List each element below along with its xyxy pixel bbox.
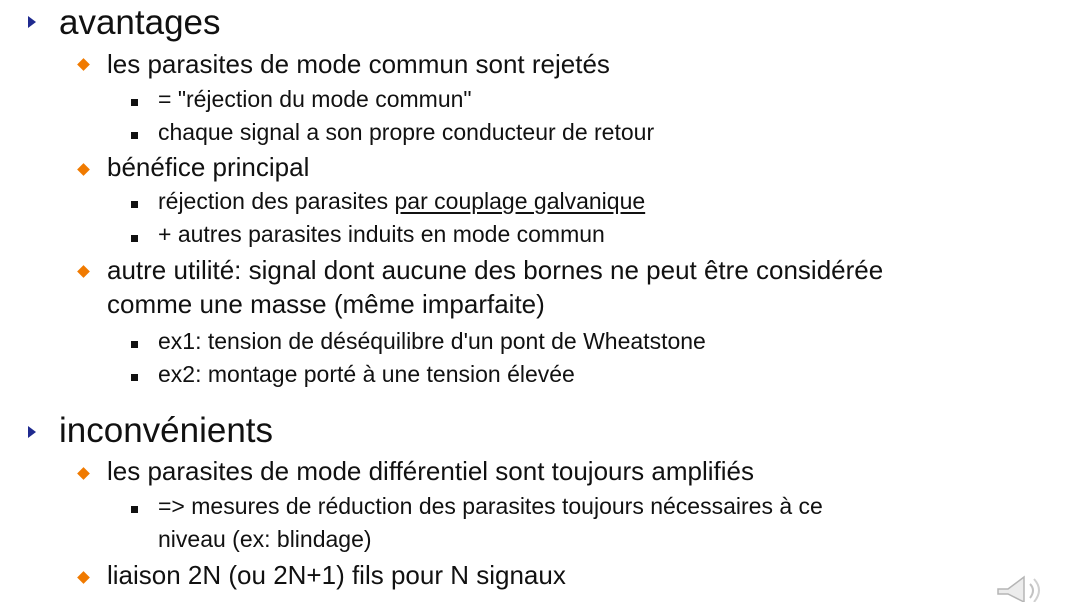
item-bullet-icon [77, 265, 90, 278]
item-benefice: bénéfice principal [107, 152, 310, 182]
speaker-icon[interactable] [990, 572, 1050, 602]
item-utilite-line2: comme une masse (même imparfaite) [107, 289, 545, 319]
section-bullet-icon [28, 16, 36, 28]
item-differentiel: les parasites de mode différentiel sont … [107, 456, 754, 486]
subitem-bullet-icon [131, 201, 138, 208]
subitem-bullet-icon [131, 132, 138, 139]
section-title-avantages: avantages [59, 3, 221, 42]
item-utilite-line1: autre utilité: signal dont aucune des bo… [107, 255, 884, 285]
subitem-galvanique-underlined: par couplage galvanique [394, 188, 646, 214]
item-bullet-icon [77, 163, 90, 176]
section-bullet-icon [28, 426, 36, 438]
subitem-bullet-icon [131, 235, 138, 242]
item-bullet-icon [77, 467, 90, 480]
subitem-bullet-icon [131, 99, 138, 106]
subitem-bullet-icon [131, 374, 138, 381]
subitem-autres: + autres parasites induits en mode commu… [158, 221, 605, 247]
subitem-eq: = "réjection du mode commun" [158, 86, 472, 112]
subitem-retour: chaque signal a son propre conducteur de… [158, 119, 655, 145]
subitem-mesures-line2: niveau (ex: blindage) [158, 526, 372, 552]
item-rejet: les parasites de mode commun sont rejeté… [107, 49, 610, 79]
subitem-mesures-line1: => mesures de réduction des parasites to… [158, 493, 823, 519]
item-liaison: liaison 2N (ou 2N+1) fils pour N signaux [107, 560, 566, 590]
subitem-galvanique: réjection des parasites par couplage gal… [158, 186, 645, 216]
item-bullet-icon [77, 571, 90, 584]
subitem-ex1: ex1: tension de déséquilibre d'un pont d… [158, 328, 706, 354]
subitem-galvanique-prefix: réjection des parasites [158, 188, 395, 214]
slide: avantages les parasites de mode commun s… [0, 0, 1066, 602]
subitem-bullet-icon [131, 341, 138, 348]
subitem-ex2: ex2: montage porté à une tension élevée [158, 361, 575, 387]
subitem-bullet-icon [131, 506, 138, 513]
section-title-inconvenients: inconvénients [59, 411, 274, 450]
item-bullet-icon [77, 58, 90, 71]
